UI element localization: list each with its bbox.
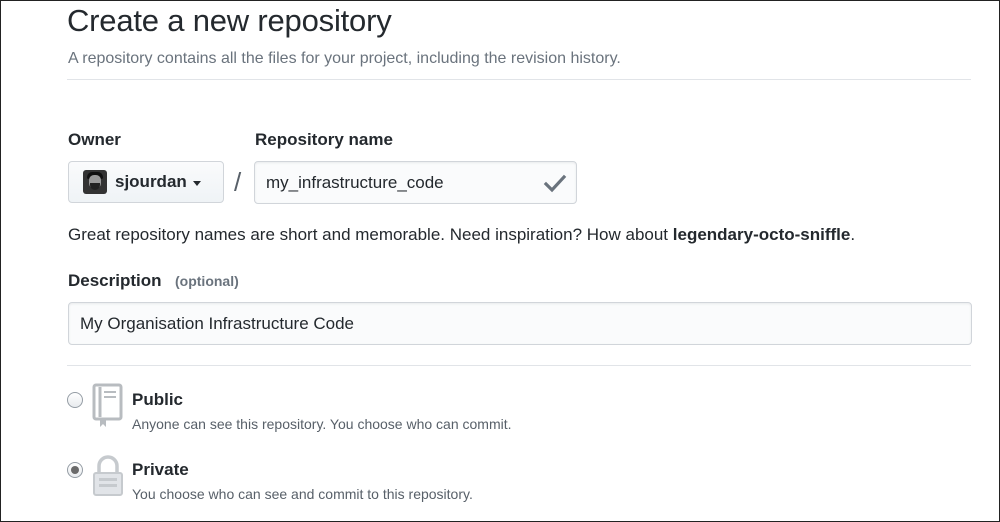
owner-repo-separator: / [234, 167, 242, 197]
hint-text: Great repository names are short and mem… [68, 225, 669, 244]
private-option-title: Private [132, 460, 189, 479]
public-option-description: Anyone can see this repository. You choo… [132, 416, 512, 432]
repo-book-icon [92, 383, 123, 427]
check-icon [543, 174, 567, 193]
public-radio[interactable] [67, 392, 83, 408]
divider [67, 79, 971, 80]
private-radio[interactable] [67, 462, 83, 478]
owner-dropdown[interactable]: sjourdan [68, 161, 224, 203]
optional-tag: (optional) [175, 273, 239, 289]
description-input[interactable] [68, 302, 972, 345]
page-title: Create a new repository [67, 3, 392, 38]
lock-icon [93, 455, 123, 496]
caret-down-icon [192, 180, 201, 186]
description-label: Description [68, 271, 162, 290]
page-subtitle: A repository contains all the files for … [68, 50, 621, 67]
name-suggestion-link[interactable]: legendary-octo-sniffle [673, 225, 851, 244]
avatar [83, 170, 107, 194]
create-repository-form: Create a new repository A repository con… [0, 0, 1000, 522]
repository-name-label: Repository name [255, 130, 393, 149]
owner-label: Owner [68, 130, 121, 149]
hint-end: . [850, 225, 856, 244]
private-option-description: You choose who can see and commit to thi… [132, 486, 473, 502]
repository-name-input[interactable] [254, 161, 577, 204]
owner-name: sjourdan [115, 172, 187, 191]
repository-name-hint: Great repository names are short and mem… [68, 225, 855, 245]
divider [67, 365, 971, 366]
public-option-title: Public [132, 390, 184, 409]
